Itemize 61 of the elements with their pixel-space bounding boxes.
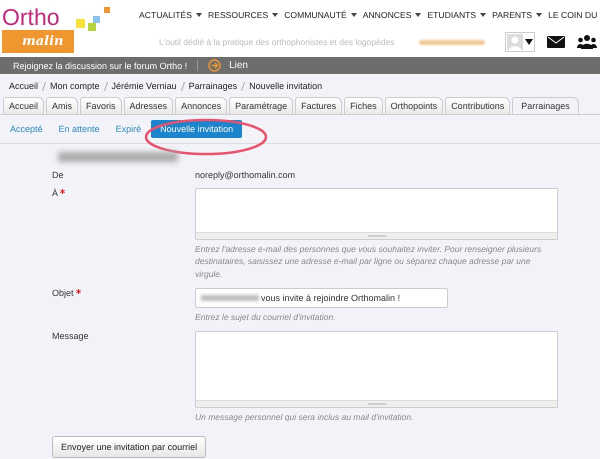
tab[interactable]: Parrainages bbox=[512, 97, 579, 114]
subject-input[interactable]: vous invite à rejoindre Orthomalin ! bbox=[195, 288, 448, 308]
field-label: Objet bbox=[52, 288, 74, 298]
caret-icon bbox=[524, 39, 533, 45]
banner-text: Rejoignez la discussion sur le forum Ortho ! bbox=[13, 60, 188, 70]
arrow-circle-icon bbox=[208, 59, 222, 72]
separator-icon bbox=[180, 82, 185, 90]
nav-item[interactable]: RESSOURCES bbox=[208, 10, 268, 20]
breadcrumb-link[interactable]: Mon compte bbox=[50, 81, 100, 91]
breadcrumb-link[interactable]: Accueil bbox=[9, 81, 38, 91]
nav-item[interactable]: PARENTS bbox=[492, 10, 532, 20]
nav-item[interactable]: COMMUNAUTÉ bbox=[284, 10, 347, 20]
logo-text: Ortho bbox=[2, 6, 60, 29]
tab[interactable]: Paramétrage bbox=[229, 97, 294, 114]
tab[interactable]: Amis bbox=[46, 97, 78, 114]
envelope-icon[interactable] bbox=[546, 36, 565, 48]
field-label: De bbox=[52, 170, 65, 180]
field-label: À bbox=[52, 188, 58, 198]
nav-item[interactable]: LE COIN DU bbox=[548, 10, 598, 20]
help-text: Entrez le sujet du courriel d'invitation. bbox=[195, 310, 337, 324]
help-text: Un message personnel qui sera inclus au mail d'invitation. bbox=[195, 411, 414, 424]
breadcrumb-link[interactable]: Parrainages bbox=[188, 81, 238, 91]
separator-icon bbox=[42, 82, 46, 90]
separator-icon bbox=[104, 82, 108, 90]
tab[interactable]: Orthopoints bbox=[384, 97, 444, 114]
asterisk-icon bbox=[76, 288, 81, 294]
tagline: L'outil dédié à la pratique des orthophonistes et des logopèdes bbox=[159, 37, 395, 47]
tab[interactable]: Annonces bbox=[175, 97, 228, 114]
breadcrumb-link[interactable]: Jérémie Verniau bbox=[112, 81, 177, 91]
sender-email: noreply@orthomalin.com bbox=[195, 170, 296, 180]
logo-text: malin bbox=[2, 30, 74, 53]
caret-icon bbox=[350, 13, 357, 17]
tab[interactable]: Adresses bbox=[124, 97, 174, 114]
avatar-icon bbox=[506, 34, 523, 50]
breadcrumb-link[interactable]: Nouvelle invitation bbox=[249, 81, 322, 91]
help-text: Entrez l'adresse e-mail des personnes que vous souhaitez inviter. Pour renseigner plusieurs destinataires, saisissez une adresse e-mail par ligne ou séparez chaque adresse par une virgule. bbox=[195, 243, 542, 280]
nav-item[interactable]: ACTUALITÉS bbox=[139, 10, 192, 20]
field-label: Message bbox=[52, 331, 89, 342]
subtab[interactable]: Expiré bbox=[110, 120, 148, 138]
caret-icon bbox=[536, 13, 542, 17]
nav-item[interactable]: ETUDIANTS bbox=[427, 10, 476, 20]
redacted-scribble bbox=[418, 40, 485, 44]
caret-icon bbox=[415, 13, 422, 17]
caret-icon bbox=[196, 13, 202, 17]
logo[interactable]: Ortho malin bbox=[0, 0, 135, 57]
caret-icon bbox=[480, 13, 486, 17]
asterisk-icon bbox=[60, 189, 66, 194]
people-icon[interactable] bbox=[576, 35, 597, 49]
caret-icon bbox=[272, 13, 278, 17]
nav-item[interactable]: ANNONCES bbox=[362, 10, 412, 20]
banner-link[interactable]: Lien bbox=[229, 60, 248, 71]
separator-icon bbox=[241, 82, 246, 90]
tab[interactable]: Favoris bbox=[80, 97, 122, 114]
send-invitation-button[interactable]: Envoyer une invitation par courriel bbox=[52, 436, 206, 458]
subtab[interactable]: Accepté bbox=[4, 120, 49, 138]
subtab[interactable]: En attente bbox=[52, 120, 106, 138]
tab[interactable]: Fiches bbox=[344, 97, 383, 114]
tab[interactable]: Contributions bbox=[445, 97, 510, 114]
tab[interactable]: Accueil bbox=[3, 97, 44, 114]
tab[interactable]: Factures bbox=[295, 97, 342, 114]
avatar-menu[interactable] bbox=[504, 32, 535, 52]
